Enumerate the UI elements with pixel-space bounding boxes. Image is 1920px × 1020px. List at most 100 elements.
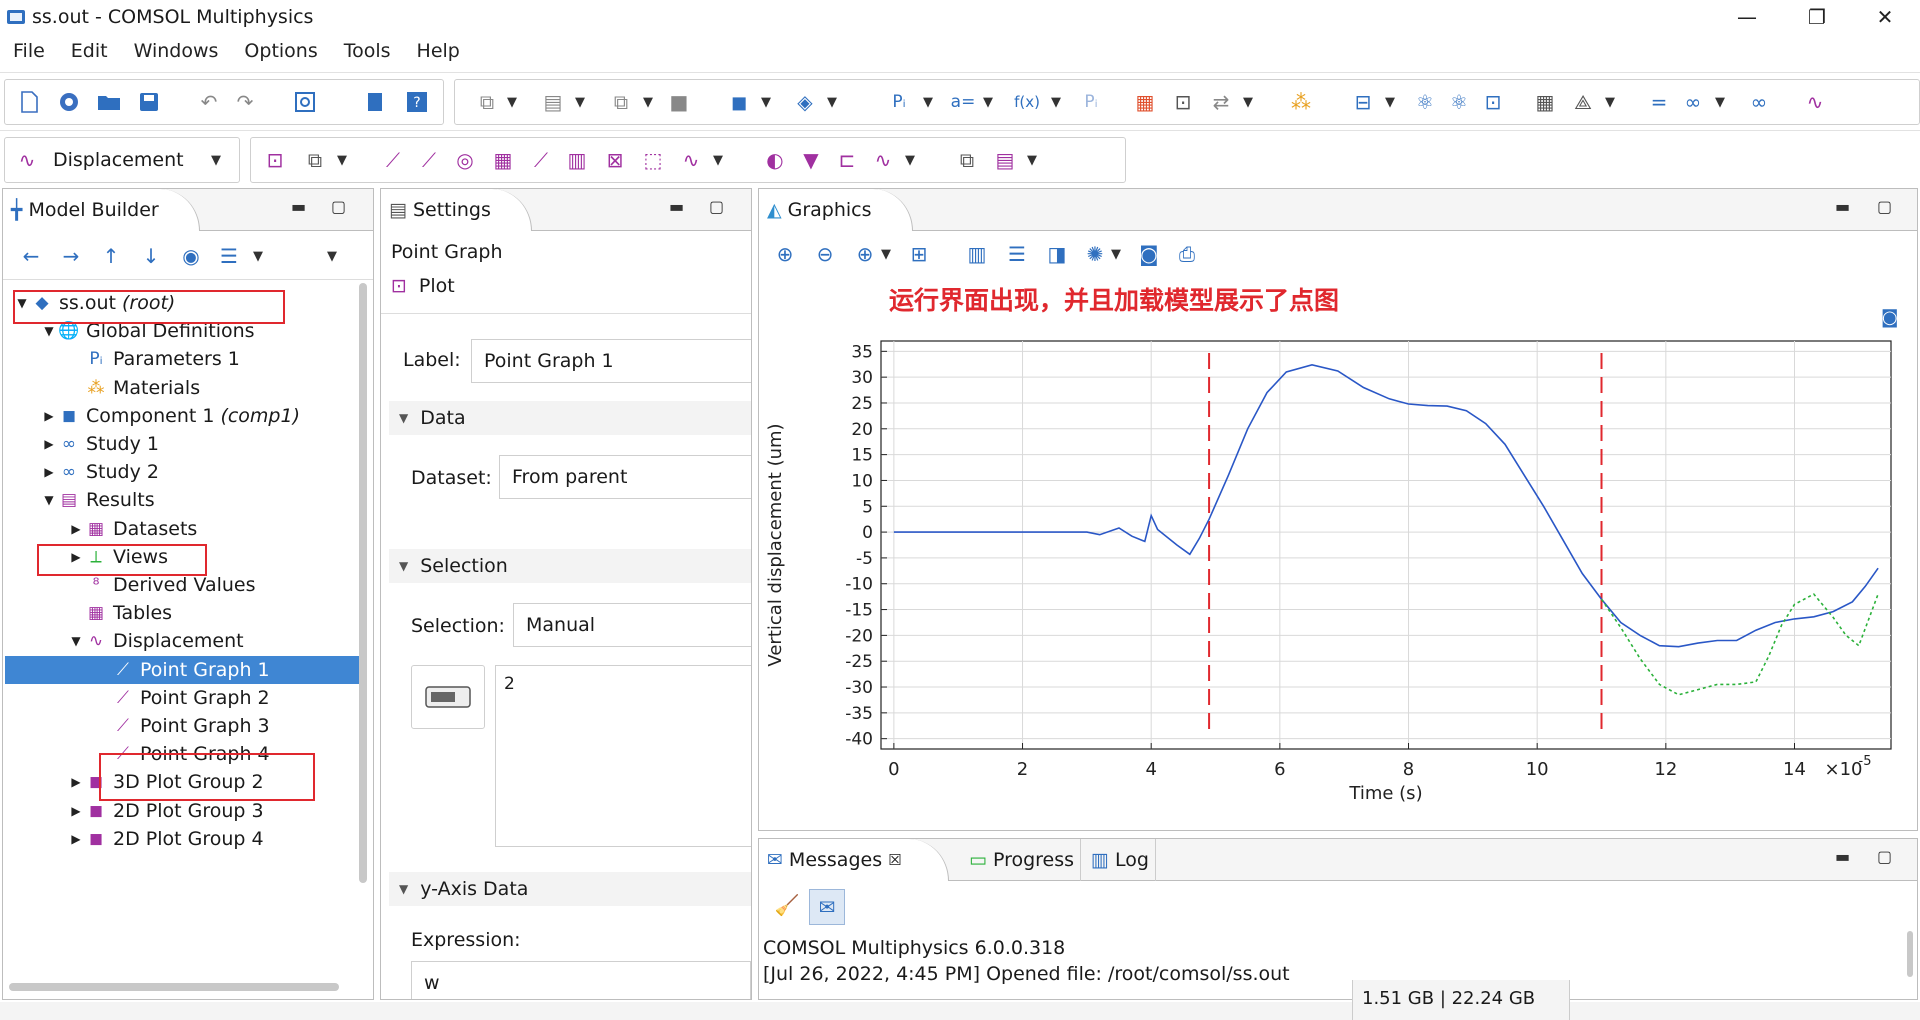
reset-view-icon[interactable]: ✺ <box>1081 240 1109 268</box>
plot-group-selector[interactable]: ∿ Displacement ▼ <box>4 137 240 183</box>
expanded-arrow-icon[interactable]: ▼ <box>42 324 56 338</box>
close-tab-icon[interactable]: ☒ <box>888 851 901 869</box>
study-icon[interactable]: ∞ <box>1679 88 1707 116</box>
tree-item-materials[interactable]: ⁂ Materials <box>5 374 360 402</box>
build-all-icon[interactable]: ⊡ <box>1169 88 1197 116</box>
menu-options[interactable]: Options <box>231 36 330 70</box>
camera-icon[interactable]: ◙ <box>1135 240 1163 268</box>
chevron-down-icon[interactable]: ▼ <box>1025 146 1039 174</box>
tree-item-results[interactable]: ▼ ▤ Results <box>5 486 360 514</box>
geometry-icon[interactable]: ◈ <box>791 88 819 116</box>
tree-horizontal-scrollbar[interactable] <box>9 983 339 991</box>
y-axis-icon[interactable]: ☰ <box>1003 240 1031 268</box>
function-icon[interactable]: ⟋ <box>527 146 555 174</box>
down-arrow-icon[interactable]: ↓ <box>137 242 165 270</box>
add-component-icon[interactable]: ⧉ <box>473 88 501 116</box>
more-plots-icon[interactable]: ∿ <box>677 146 705 174</box>
study-steps-icon[interactable]: ∞ <box>1745 88 1773 116</box>
selection-list-item[interactable]: 2 <box>504 674 515 694</box>
open-folder-icon[interactable] <box>95 88 123 116</box>
tree-item-point-graph-1[interactable]: ⟋ Point Graph 1 <box>5 655 360 684</box>
minimize-panel-icon[interactable]: ▬ <box>1835 197 1850 216</box>
collapsed-arrow-icon[interactable]: ▶ <box>69 775 83 789</box>
menu-file[interactable]: File <box>0 36 58 70</box>
expression-input[interactable]: w <box>411 961 751 999</box>
dataset-select[interactable]: From parent <box>499 455 751 499</box>
back-arrow-icon[interactable]: ← <box>17 242 45 270</box>
application-builder-icon[interactable] <box>361 88 389 116</box>
expanded-arrow-icon[interactable]: ▼ <box>69 634 83 648</box>
duplicate-icon[interactable]: ⧉ <box>953 146 981 174</box>
tree-item-tables[interactable]: ▦ Tables <box>5 599 360 627</box>
up-arrow-icon[interactable]: ↑ <box>97 242 125 270</box>
tree-item-study-1[interactable]: ▶ ∞ Study 1 <box>5 430 360 458</box>
plot-button[interactable]: ⊡ Plot <box>391 275 455 297</box>
menu-help[interactable]: Help <box>404 36 473 70</box>
table-graph-icon[interactable]: ▦ <box>489 146 517 174</box>
selections-icon[interactable]: ⇄ <box>1207 88 1235 116</box>
chevron-down-icon[interactable]: ▼ <box>505 88 519 116</box>
tab-model-builder[interactable]: ╈ Model Builder <box>3 189 200 231</box>
selection-select[interactable]: Manual <box>513 603 751 647</box>
collapsed-arrow-icon[interactable]: ▶ <box>69 522 83 536</box>
zoom-extents-icon[interactable]: ⊞ <box>905 240 933 268</box>
chevron-down-icon[interactable]: ▼ <box>641 88 655 116</box>
minimize-panel-icon[interactable]: ▬ <box>291 197 306 216</box>
x-axis-icon[interactable]: ▥ <box>963 240 991 268</box>
expand-sections-icon[interactable]: ☰ <box>215 242 243 270</box>
maximize-panel-icon[interactable]: ▢ <box>331 197 346 216</box>
view-menu-icon[interactable]: ▼ <box>325 242 339 270</box>
point-graph-icon[interactable]: ⟋ <box>379 146 407 174</box>
multiphysics-icon[interactable]: ⚛ <box>1411 88 1439 116</box>
expanded-arrow-icon[interactable]: ▼ <box>42 493 56 507</box>
tree-item-parameters-1[interactable]: Pᵢ Parameters 1 <box>5 345 360 373</box>
yaxis-section-header[interactable]: ▼ y-Axis Data <box>389 872 751 906</box>
chevron-down-icon[interactable]: ▼ <box>1241 88 1255 116</box>
help-icon[interactable]: ? <box>403 88 431 116</box>
chevron-down-icon[interactable]: ▼ <box>251 242 265 270</box>
undo-icon[interactable]: ↶ <box>195 88 223 116</box>
add-multiphysics-icon[interactable]: ⚛ <box>1445 88 1473 116</box>
graphics-corner-icon[interactable]: ◙ <box>1881 307 1907 331</box>
menu-tools[interactable]: Tools <box>331 36 404 70</box>
compact-history-icon[interactable] <box>291 88 319 116</box>
attributes-more-icon[interactable]: ∿ <box>869 146 897 174</box>
collapsed-arrow-icon[interactable]: ▶ <box>69 804 83 818</box>
plot-icon[interactable]: ⊡ <box>261 146 289 174</box>
export-icon[interactable]: ▤ <box>991 146 1019 174</box>
chevron-down-icon[interactable]: ▼ <box>573 88 587 116</box>
point-graph-plot[interactable]: 0 2 4 6 8 10 12 14 35 30 25 20 15 10 5 0 -5 -10 -15 -20 -25 -… <box>759 329 1917 809</box>
tree-item-datasets[interactable]: ▶ ▦ Datasets <box>5 515 360 543</box>
attributes-icon[interactable]: ⊏ <box>833 146 861 174</box>
add-study-icon[interactable]: ⧉ <box>607 88 635 116</box>
maximize-panel-icon[interactable]: ▢ <box>709 197 724 216</box>
legend-icon[interactable]: ◨ <box>1043 240 1071 268</box>
maximize-panel-icon[interactable]: ▢ <box>1877 197 1892 216</box>
global-icon[interactable]: ◎ <box>451 146 479 174</box>
chevron-down-icon[interactable]: ▼ <box>1603 88 1617 116</box>
collapsed-arrow-icon[interactable]: ▶ <box>42 409 56 423</box>
pairs-icon[interactable]: ⊡ <box>1479 88 1507 116</box>
tree-item-study-2[interactable]: ▶ ∞ Study 2 <box>5 458 360 486</box>
tree-item-point-graph-3[interactable]: ⟋ Point Graph 3 <box>5 712 360 740</box>
minimize-button[interactable]: — <box>1712 0 1782 34</box>
chevron-down-icon[interactable]: ▼ <box>903 146 917 174</box>
annotation-icon[interactable]: ⬚ <box>639 146 667 174</box>
save-icon[interactable] <box>135 88 163 116</box>
variables-icon[interactable]: a= <box>949 88 977 116</box>
chevron-down-icon[interactable]: ▼ <box>1383 88 1397 116</box>
import-icon[interactable]: ▦ <box>1131 88 1159 116</box>
chevron-down-icon[interactable]: ▼ <box>981 88 995 116</box>
selection-list[interactable]: 2 <box>495 665 751 847</box>
tab-log[interactable]: ▥ Log <box>1085 839 1156 881</box>
messages-scrollbar[interactable] <box>1907 931 1913 977</box>
chevron-down-icon[interactable]: ▼ <box>711 146 725 174</box>
redo-icon[interactable]: ↷ <box>231 88 259 116</box>
component-icon[interactable]: ◼ <box>725 88 753 116</box>
chevron-down-icon[interactable]: ▼ <box>759 88 773 116</box>
physics-icon[interactable]: ⊟ <box>1349 88 1377 116</box>
active-toggle-button[interactable] <box>411 665 485 729</box>
collapsed-arrow-icon[interactable]: ▶ <box>69 832 83 846</box>
tree-item-displacement[interactable]: ▼ ∿ Displacement <box>5 627 360 655</box>
octave-band-icon[interactable]: ⊠ <box>601 146 629 174</box>
